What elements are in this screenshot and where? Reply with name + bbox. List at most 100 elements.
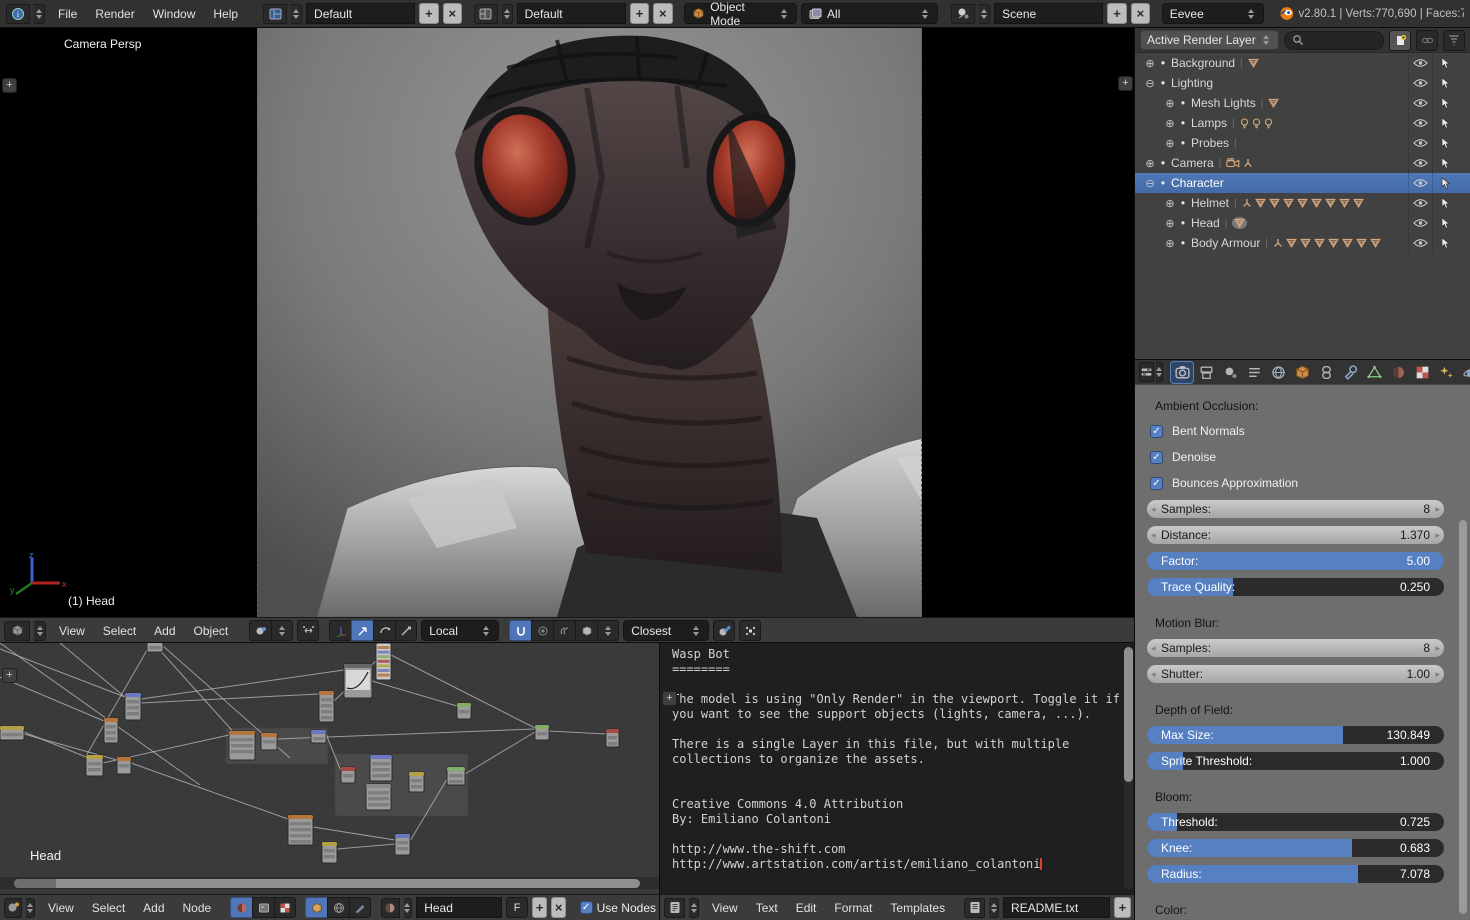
slider-trace-quality[interactable]: Trace Quality:0.250 [1147,578,1444,596]
text-editor-spinner[interactable] [689,898,699,918]
scrollbar-handle[interactable] [14,879,640,888]
checkbox-box[interactable]: ✓ [1150,451,1163,464]
proportional-off-button[interactable] [531,620,553,641]
expand-toggle[interactable]: ⊕ [1143,157,1157,170]
selectability-cursor-icon[interactable] [1432,53,1456,73]
selectability-cursor-icon[interactable] [1432,213,1456,233]
use-nodes-checkbox[interactable]: ✓ [580,901,593,914]
snap-grid-button[interactable] [739,620,761,641]
slider-knee[interactable]: Knee:0.683 [1147,839,1444,857]
expand-toggle[interactable]: ⊖ [1143,77,1157,90]
snap-toggle-button[interactable] [509,620,531,641]
outliner-row-probes[interactable]: ⊕•Probes| [1135,133,1470,153]
pivot-spinner[interactable] [271,620,293,641]
checkbox-box[interactable]: ✓ [1150,425,1163,438]
scene-icon-button[interactable] [951,4,975,24]
snap-pen-button[interactable] [713,620,735,641]
properties-tab-world[interactable] [1267,362,1289,383]
display-filter-dropdown[interactable]: All [801,3,938,24]
visibility-eye-icon[interactable] [1408,153,1432,173]
slider-distance[interactable]: ◂▸Distance:1.370 [1147,526,1444,544]
text-editor-type-button[interactable] [664,898,685,918]
viewport-editor-spinner[interactable] [34,621,46,641]
shader-node[interactable] [447,767,465,785]
properties-tab-view-layer[interactable] [1243,362,1265,383]
brush-toggle-button[interactable] [349,897,371,918]
text-datablock-button[interactable] [964,898,985,918]
pivot-point-button[interactable] [249,620,271,641]
visibility-eye-icon[interactable] [1408,113,1432,133]
viewport-canvas[interactable]: Camera Persp (1) Head z x y + + [0,28,1135,617]
outliner-row-body-armour[interactable]: ⊕•Body Armour| [1135,233,1470,253]
text-menu-view[interactable]: View [703,898,747,918]
slider-threshold[interactable]: Threshold:0.725 [1147,813,1444,831]
new-collection-button[interactable] [1389,30,1411,51]
expand-toggle[interactable]: ⊕ [1163,217,1177,230]
shader-node[interactable] [261,733,277,750]
scene-spinner[interactable] [979,4,990,24]
shader-node[interactable] [229,731,255,760]
selectability-cursor-icon[interactable] [1432,233,1456,253]
shader-node[interactable] [409,772,424,792]
shader-node[interactable] [0,726,24,740]
viewport-editor-type-button[interactable] [4,621,30,641]
new-text-button[interactable]: + [1114,897,1131,918]
outliner-row-mesh-lights[interactable]: ⊕•Mesh Lights| [1135,93,1470,113]
material-browse-button[interactable] [381,898,399,918]
scrollbar-handle[interactable] [1459,520,1467,914]
properties-editor-spinner[interactable] [1156,362,1163,382]
manipulator-move-button[interactable] [351,620,373,641]
viewport-menu-view[interactable]: View [50,621,94,641]
selectability-cursor-icon[interactable] [1432,133,1456,153]
shader-node[interactable] [344,664,372,698]
topbar-menu-window[interactable]: Window [144,4,205,24]
snap-element-spinner[interactable] [597,620,619,641]
shader-type-world-button[interactable] [252,897,274,918]
snap-target-dropdown[interactable]: Closest [623,620,709,641]
unlink-material-button[interactable]: × [551,897,566,918]
outliner-row-background[interactable]: ⊕•Background| [1135,53,1470,73]
expand-region-button-left[interactable]: + [2,78,17,93]
properties-editor-type-button[interactable] [1139,362,1154,382]
properties-editor[interactable]: Ambient Occlusion:✓Bent Normals✓Denoise✓… [1135,360,1470,920]
add-workspace-button-2[interactable]: + [630,3,649,24]
visibility-eye-icon[interactable] [1408,93,1432,113]
shader-type-linestyle-button[interactable] [274,897,296,918]
viewport-3d[interactable]: Camera Persp (1) Head z x y + + ViewSel [0,28,1135,643]
topbar-menu-file[interactable]: File [49,4,86,24]
delete-workspace-button-1[interactable]: × [443,3,462,24]
engine-dropdown[interactable]: Eevee [1162,3,1264,24]
visibility-eye-icon[interactable] [1408,73,1432,93]
shader-node[interactable] [457,703,471,719]
shader-node[interactable] [395,834,410,855]
expand-toggle[interactable]: ⊕ [1163,197,1177,210]
fake-user-button[interactable]: F [506,897,528,918]
filter-button[interactable] [1443,30,1465,51]
node-menu-select[interactable]: Select [83,898,134,918]
expand-toggle[interactable]: ⊕ [1163,117,1177,130]
mode-dropdown[interactable]: Object Mode [684,3,797,24]
scene-field[interactable]: Scene [994,3,1103,24]
checkbox-box[interactable]: ✓ [1150,477,1163,490]
selectability-cursor-icon[interactable] [1432,93,1456,113]
expand-toggle[interactable]: ⊖ [1143,177,1157,190]
workspace-icon-2[interactable] [474,4,498,24]
new-material-button[interactable]: + [532,897,547,918]
selectability-cursor-icon[interactable] [1432,73,1456,93]
add-scene-button[interactable]: + [1107,3,1126,24]
shader-type-object-button[interactable] [230,897,252,918]
workspace-field-2[interactable]: Default [517,3,626,24]
node-menu-node[interactable]: Node [174,898,221,918]
properties-tab-material[interactable] [1387,362,1409,383]
selectability-cursor-icon[interactable] [1432,153,1456,173]
manipulator-axis-button[interactable] [329,620,351,641]
selectability-cursor-icon[interactable] [1432,193,1456,213]
expand-toggle[interactable]: ⊕ [1163,97,1177,110]
properties-tab-render[interactable] [1171,362,1193,383]
outliner-filter-dropdown[interactable]: Active Render Layer [1140,30,1279,50]
delete-scene-button[interactable]: × [1131,3,1150,24]
text-editor[interactable]: Wasp Bot========The model is using "Only… [660,643,1135,920]
visibility-eye-icon[interactable] [1408,53,1432,73]
properties-tab-object[interactable] [1291,362,1313,383]
manipulator-rotate-button[interactable] [373,620,395,641]
